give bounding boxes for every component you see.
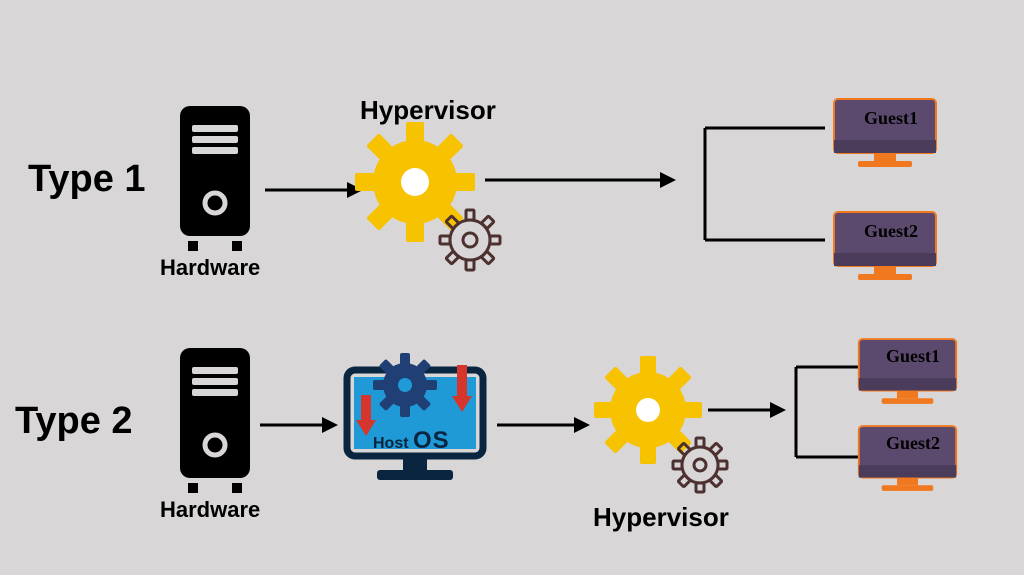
guest2-label-row2: Guest2 <box>886 433 940 454</box>
arrow-icon <box>497 410 592 440</box>
hypervisor-label-2: Hypervisor <box>593 502 729 533</box>
guest1-label-row1: Guest1 <box>864 108 918 129</box>
type1-title: Type 1 <box>28 158 146 201</box>
arrow-icon <box>260 410 340 440</box>
branch-arrow-icon <box>708 347 868 487</box>
guest2-label-row1: Guest2 <box>864 221 918 242</box>
host-os-label: Host OS <box>373 427 450 455</box>
hardware-label-2: Hardware <box>160 497 260 523</box>
branch-arrow-icon <box>485 100 845 260</box>
host-os-icon <box>335 340 495 490</box>
server-icon <box>170 345 260 495</box>
guest-monitor-icon <box>830 95 940 170</box>
guest1-label-row2: Guest1 <box>886 346 940 367</box>
guest-monitor-icon <box>830 208 940 283</box>
type2-title: Type 2 <box>15 400 133 443</box>
server-icon <box>170 103 260 253</box>
hardware-label-1: Hardware <box>160 255 260 281</box>
